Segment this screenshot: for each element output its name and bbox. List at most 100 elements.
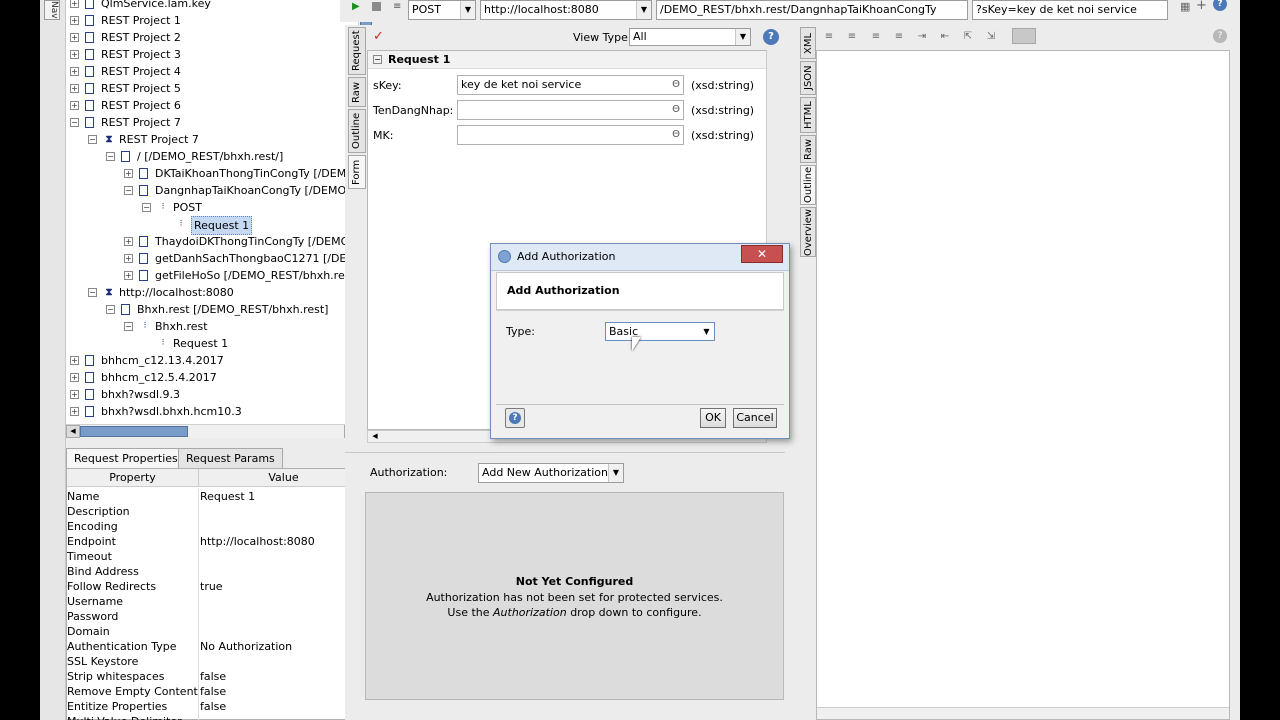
view-type-select[interactable]: All ▼ bbox=[629, 28, 751, 46]
collapse-icon[interactable]: − bbox=[373, 55, 382, 64]
response-horizontal-scrollbar[interactable] bbox=[817, 707, 1229, 719]
method-select[interactable]: POST ▼ bbox=[408, 0, 476, 20]
property-value[interactable]: false bbox=[200, 684, 226, 699]
indent-icon[interactable]: ⇥ bbox=[916, 31, 928, 43]
property-row[interactable]: Password bbox=[67, 609, 371, 624]
ok-button[interactable]: OK bbox=[700, 408, 726, 428]
property-row[interactable]: SSL Keystore bbox=[67, 654, 371, 669]
property-row[interactable]: Authentication Type No Authorization bbox=[67, 639, 371, 654]
property-row[interactable]: Endpoint http://localhost:8080 bbox=[67, 534, 371, 549]
help-icon[interactable]: ? bbox=[763, 29, 779, 45]
tab-response-outline[interactable]: Outline bbox=[800, 165, 816, 205]
property-value[interactable]: false bbox=[200, 669, 226, 684]
collapse-icon[interactable]: − bbox=[124, 322, 133, 331]
tree-hscroll-thumb[interactable] bbox=[80, 426, 188, 437]
property-value[interactable]: http://localhost:8080 bbox=[200, 534, 315, 549]
clear-field-icon[interactable]: Θ bbox=[672, 126, 680, 144]
tab-response-overview[interactable]: Overview bbox=[800, 207, 816, 257]
stop-icon[interactable] bbox=[372, 2, 381, 11]
help-icon[interactable]: ? bbox=[1213, 29, 1227, 43]
property-row[interactable]: Domain bbox=[67, 624, 371, 639]
expand-icon[interactable]: + bbox=[70, 407, 79, 416]
field-input[interactable]: Θ bbox=[457, 100, 684, 120]
collapse-icon[interactable]: − bbox=[106, 152, 115, 161]
property-value[interactable]: true bbox=[200, 579, 223, 594]
response-editor[interactable] bbox=[816, 50, 1230, 720]
property-value[interactable]: false bbox=[200, 699, 226, 714]
property-row[interactable]: Follow Redirects true bbox=[67, 579, 371, 594]
expand-icon[interactable]: + bbox=[124, 237, 133, 246]
outdent-icon[interactable]: ⇤ bbox=[939, 31, 951, 43]
endpoint-select[interactable]: http://localhost:8080 ▼ bbox=[480, 0, 652, 20]
property-value[interactable]: No Authorization bbox=[200, 639, 292, 654]
wrap-icon[interactable]: ≡ bbox=[893, 31, 905, 43]
expand-icon[interactable]: + bbox=[70, 0, 79, 8]
tab-response-raw[interactable]: Raw bbox=[800, 135, 816, 163]
property-row[interactable]: Remove Empty Content false bbox=[67, 684, 371, 699]
collapse-icon[interactable]: − bbox=[88, 288, 97, 297]
expand-icon[interactable]: + bbox=[70, 84, 79, 93]
tab-response-xml[interactable]: XML bbox=[800, 27, 816, 59]
cancel-button[interactable]: Cancel bbox=[733, 408, 777, 428]
expand-icon[interactable]: + bbox=[124, 254, 133, 263]
collapse-icon[interactable]: − bbox=[70, 118, 79, 127]
tab-response-html[interactable]: HTML bbox=[800, 97, 816, 133]
run-icon[interactable]: ▶ bbox=[352, 2, 362, 12]
align-left-icon[interactable]: ≡ bbox=[823, 31, 835, 43]
options-icon[interactable]: ▦ bbox=[1180, 0, 1190, 13]
add-authorization-select[interactable]: Add New Authorization... ▼ bbox=[478, 463, 624, 483]
add-endpoint-icon[interactable]: ≡ bbox=[393, 1, 401, 12]
expand-icon[interactable]: + bbox=[70, 373, 79, 382]
expand-icon[interactable]: + bbox=[124, 169, 133, 178]
query-string-field[interactable]: ?sKey=key de ket noi service bbox=[972, 0, 1168, 20]
property-row[interactable]: Encoding bbox=[67, 519, 371, 534]
expand-icon[interactable]: ⇱ bbox=[962, 31, 974, 43]
clear-field-icon[interactable]: Θ bbox=[672, 101, 680, 119]
collapse-all-icon[interactable]: ⇲ bbox=[985, 31, 997, 43]
expand-icon[interactable]: + bbox=[70, 356, 79, 365]
column-header-value[interactable]: Value bbox=[199, 469, 369, 487]
field-input[interactable]: key de ket noi service Θ bbox=[457, 75, 684, 95]
collapse-icon[interactable]: − bbox=[88, 135, 97, 144]
resource-path-field[interactable]: /DEMO_REST/bhxh.rest/DangnhapTaiKhoanCon… bbox=[656, 0, 968, 20]
clear-field-icon[interactable]: Θ bbox=[672, 76, 680, 94]
property-row[interactable]: Multi-Value Delimiter bbox=[67, 714, 371, 720]
property-row[interactable]: Username bbox=[67, 594, 371, 609]
collapse-icon[interactable]: − bbox=[106, 305, 115, 314]
dialog-help-button[interactable]: ? bbox=[505, 408, 525, 428]
xsd-icon[interactable] bbox=[1012, 28, 1036, 44]
form-section-header[interactable]: − Request 1 bbox=[368, 51, 766, 69]
align-right-icon[interactable]: ≡ bbox=[870, 31, 882, 43]
tab-request[interactable]: Request bbox=[348, 27, 366, 75]
property-row[interactable]: Description bbox=[67, 504, 371, 519]
type-select[interactable]: Basic ▼ bbox=[605, 322, 715, 341]
tab-raw[interactable]: Raw bbox=[348, 77, 366, 107]
expand-icon[interactable]: + bbox=[70, 33, 79, 42]
expand-icon[interactable]: + bbox=[70, 101, 79, 110]
tab-form[interactable]: Form bbox=[348, 155, 366, 189]
property-row[interactable]: Name Request 1 bbox=[67, 489, 371, 504]
add-icon[interactable]: + bbox=[1196, 0, 1207, 13]
project-tree[interactable]: + QlmService.lam.key + REST Project 1 + REST … bbox=[66, 0, 358, 424]
property-value[interactable]: Request 1 bbox=[200, 489, 255, 504]
tree-horizontal-scrollbar[interactable]: ◀ ▶ bbox=[66, 424, 358, 438]
property-row[interactable]: Entitize Properties false bbox=[67, 699, 371, 714]
scroll-left-arrow-icon[interactable]: ◀ bbox=[66, 425, 80, 438]
scroll-left-arrow-icon[interactable]: ◀ bbox=[368, 431, 382, 442]
expand-icon[interactable]: + bbox=[124, 271, 133, 280]
property-row[interactable]: Timeout bbox=[67, 549, 371, 564]
property-row[interactable]: Strip whitespaces false bbox=[67, 669, 371, 684]
expand-icon[interactable]: + bbox=[70, 16, 79, 25]
collapse-icon[interactable]: − bbox=[124, 186, 133, 195]
expand-icon[interactable]: + bbox=[70, 50, 79, 59]
tab-response-json[interactable]: JSON bbox=[800, 61, 816, 95]
column-header-property[interactable]: Property bbox=[67, 469, 199, 487]
align-center-icon[interactable]: ≡ bbox=[846, 31, 858, 43]
tab-request-params[interactable]: Request Params bbox=[178, 448, 283, 468]
tab-outline[interactable]: Outline bbox=[348, 109, 366, 153]
field-input[interactable]: Θ bbox=[457, 125, 684, 145]
property-row[interactable]: Bind Address bbox=[67, 564, 371, 579]
collapse-icon[interactable]: − bbox=[142, 203, 151, 212]
navigator-tab[interactable]: Nav bbox=[44, 0, 60, 20]
expand-icon[interactable]: + bbox=[70, 390, 79, 399]
